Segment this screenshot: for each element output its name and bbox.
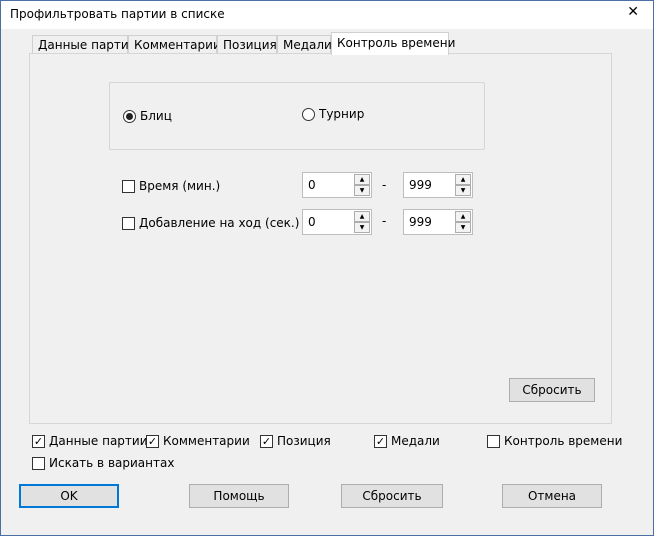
time-checkbox-label: Время (мин.)	[139, 179, 221, 193]
increment-checkbox[interactable]: Добавление на ход (сек.)	[122, 216, 299, 230]
title-bar: Профильтровать партии в списке ✕	[1, 1, 653, 29]
radio-tournament-label: Турнир	[319, 107, 365, 121]
radio-blitz[interactable]: Блиц	[123, 109, 172, 123]
time-checkbox-box	[122, 179, 135, 193]
increment-checkbox-label: Добавление на ход (сек.)	[139, 216, 300, 230]
panel-reset-button[interactable]: Сбросить	[509, 378, 595, 402]
help-button[interactable]: Помощь	[189, 484, 289, 508]
filter-medals-checkbox[interactable]: ✓ Медали	[374, 434, 440, 448]
filter-position-checkbox[interactable]: ✓ Позиция	[260, 434, 331, 448]
increment-to-up-icon[interactable]: ▲	[455, 211, 471, 222]
increment-from-stepper[interactable]: ▲ ▼	[302, 209, 372, 235]
check-mark-icon: ✓	[147, 434, 158, 448]
increment-from-input[interactable]	[303, 210, 355, 234]
increment-range-separator: -	[382, 214, 387, 228]
filter-position-label: Позиция	[277, 434, 331, 448]
tab-position[interactable]: Позиция	[217, 35, 277, 54]
ok-button[interactable]: OK	[19, 484, 119, 508]
filter-medals-box: ✓	[374, 434, 387, 448]
filter-dialog: Профильтровать партии в списке ✕ Данные …	[0, 0, 654, 536]
increment-to-stepper[interactable]: ▲ ▼	[403, 209, 473, 235]
cancel-button[interactable]: Отмена	[502, 484, 602, 508]
tab-medals[interactable]: Медали	[277, 35, 332, 54]
radio-tournament[interactable]: Турнир	[302, 107, 364, 121]
filter-comments-checkbox[interactable]: ✓ Комментарии	[146, 434, 250, 448]
time-range-separator: -	[382, 178, 387, 192]
time-checkbox[interactable]: Время (мин.)	[122, 179, 220, 193]
filter-time-control-checkbox[interactable]: Контроль времени	[487, 434, 622, 448]
check-mark-icon: ✓	[261, 434, 272, 448]
time-from-up-icon[interactable]: ▲	[354, 174, 370, 185]
filter-comments-box: ✓	[146, 434, 159, 448]
reset-button[interactable]: Сбросить	[341, 484, 443, 508]
time-to-up-icon[interactable]: ▲	[455, 174, 471, 185]
check-mark-icon: ✓	[375, 434, 386, 448]
increment-to-input[interactable]	[404, 210, 456, 234]
increment-to-down-icon[interactable]: ▼	[455, 222, 471, 233]
filter-game-data-label: Данные партии	[49, 434, 148, 448]
filter-game-data-box: ✓	[32, 434, 45, 448]
tab-game-data[interactable]: Данные партии	[32, 35, 137, 54]
filter-position-box: ✓	[260, 434, 273, 448]
radio-tournament-indicator	[302, 107, 315, 121]
time-from-down-icon[interactable]: ▼	[354, 185, 370, 196]
close-icon[interactable]: ✕	[627, 4, 639, 20]
filter-game-data-checkbox[interactable]: ✓ Данные партии	[32, 434, 148, 448]
check-mark-icon: ✓	[33, 434, 44, 448]
time-to-down-icon[interactable]: ▼	[455, 185, 471, 196]
game-mode-group: Блиц Турнир	[109, 82, 485, 150]
increment-from-up-icon[interactable]: ▲	[354, 211, 370, 222]
tab-comments[interactable]: Комментарии	[128, 35, 221, 54]
time-control-panel: Блиц Турнир Время (мин.) ▲ ▼ - ▲ ▼	[29, 53, 612, 424]
increment-checkbox-box	[122, 216, 135, 230]
tab-time-control[interactable]: Контроль времени	[331, 32, 455, 55]
filter-time-control-box	[487, 434, 500, 448]
time-from-input[interactable]	[303, 173, 355, 197]
filter-comments-label: Комментарии	[163, 434, 250, 448]
search-variations-box	[32, 456, 45, 470]
window-title: Профильтровать партии в списке	[10, 7, 225, 21]
search-variations-checkbox[interactable]: Искать в вариантах	[32, 456, 174, 470]
radio-blitz-indicator	[123, 109, 136, 123]
time-to-stepper[interactable]: ▲ ▼	[403, 172, 473, 198]
time-to-input[interactable]	[404, 173, 456, 197]
filter-medals-label: Медали	[391, 434, 440, 448]
radio-blitz-label: Блиц	[140, 109, 172, 123]
time-from-stepper[interactable]: ▲ ▼	[302, 172, 372, 198]
filter-time-control-label: Контроль времени	[504, 434, 623, 448]
search-variations-label: Искать в вариантах	[49, 456, 175, 470]
increment-from-down-icon[interactable]: ▼	[354, 222, 370, 233]
